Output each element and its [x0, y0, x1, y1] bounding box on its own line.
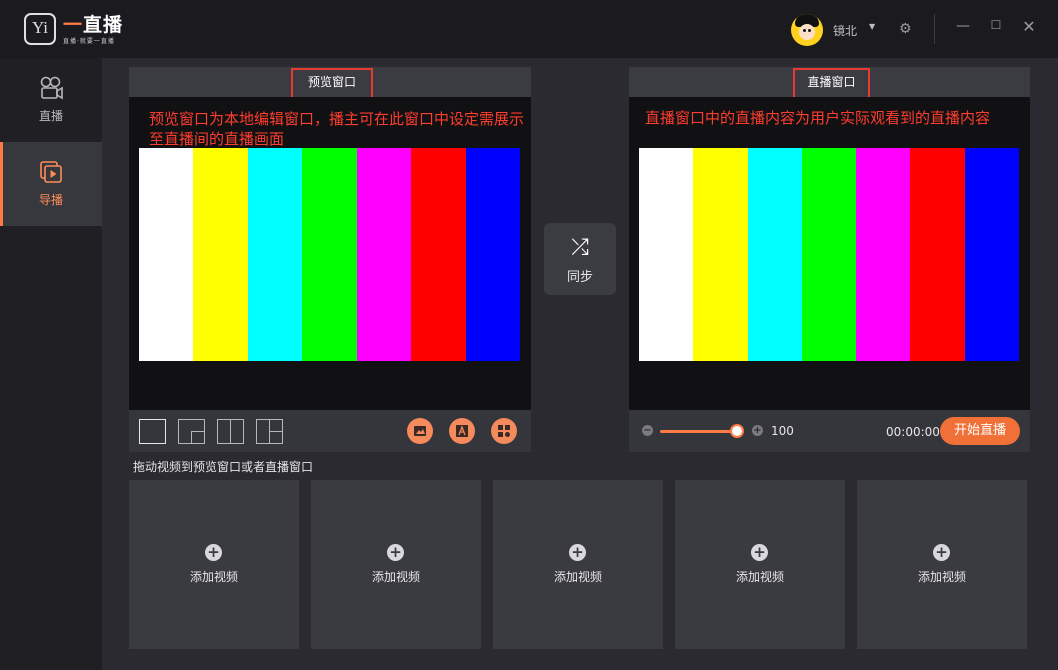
sync-button[interactable]: ⤮ 同步 [544, 223, 616, 295]
minimize-button[interactable]: — [955, 18, 971, 38]
color-bar [693, 148, 748, 361]
volume-value: 100 [771, 424, 794, 438]
gear-icon[interactable]: ⚙ [899, 21, 912, 37]
color-bar [411, 148, 466, 361]
color-bar [856, 148, 911, 361]
color-bar [801, 148, 857, 361]
live-color-bars [639, 148, 1019, 361]
add-video-label: 添加视频 [189, 570, 238, 584]
volume-decrease-icon[interactable]: − [642, 425, 653, 436]
app-logo-icon: Yi [24, 13, 56, 45]
add-video-label: 添加视频 [735, 570, 784, 584]
text-icon[interactable] [449, 418, 475, 444]
volume-slider[interactable] [660, 430, 740, 433]
close-button[interactable]: ✕ [1021, 17, 1037, 37]
color-bar [639, 148, 694, 361]
widget-icon[interactable] [491, 418, 517, 444]
image-icon[interactable] [407, 418, 433, 444]
live-panel-header: 直播窗口 [629, 67, 1030, 100]
color-bar [747, 148, 802, 361]
add-video-label: 添加视频 [371, 570, 420, 584]
sidebar-item-live[interactable]: 直播 [0, 58, 102, 142]
sidebar-item-label: 导播 [38, 193, 63, 207]
start-live-button[interactable]: 开始直播 [940, 417, 1020, 445]
volume-increase-icon[interactable]: + [752, 425, 763, 436]
play-icon [40, 161, 62, 183]
live-timer: 00:00:00 [886, 425, 940, 439]
sidebar-item-label: 直播 [38, 109, 63, 123]
volume-slider-handle[interactable] [730, 424, 744, 438]
app-name: 一直播 [63, 14, 124, 36]
color-bar [247, 148, 303, 361]
add-video-slot[interactable]: + 添加视频 [311, 480, 481, 649]
plus-icon: + [751, 544, 768, 561]
add-video-slot[interactable]: + 添加视频 [129, 480, 299, 649]
sidebar: 直播 导播 [0, 58, 102, 670]
layout-single-button[interactable] [139, 419, 166, 444]
color-bar [910, 148, 965, 361]
preview-toolbar [129, 410, 531, 452]
layout-three-button[interactable] [256, 419, 283, 444]
app-tagline: 直播·就要一直播 [63, 38, 115, 45]
add-video-label: 添加视频 [553, 570, 602, 584]
color-bar [356, 148, 412, 361]
color-bar [139, 148, 194, 361]
live-title: 直播窗口 [793, 68, 870, 100]
divider [934, 14, 935, 44]
preview-annotation: 预览窗口为本地编辑窗口，播主可在此窗口中设定需展示至直播间的直播画面 [149, 110, 525, 148]
color-bar [193, 148, 248, 361]
layout-pip-button[interactable] [178, 419, 205, 444]
preview-title: 预览窗口 [291, 68, 373, 100]
color-bar [465, 148, 520, 361]
add-video-slot[interactable]: + 添加视频 [857, 480, 1027, 649]
add-video-slot[interactable]: + 添加视频 [675, 480, 845, 649]
user-avatar[interactable] [791, 14, 823, 46]
camera-icon [40, 76, 63, 100]
preview-panel-header: 预览窗口 [129, 67, 531, 100]
plus-icon: + [205, 544, 222, 561]
maximize-button[interactable]: ☐ [988, 18, 1004, 38]
live-annotation: 直播窗口中的直播内容为用户实际观看到的直播内容 [645, 109, 991, 127]
plus-icon: + [933, 544, 950, 561]
sidebar-item-director[interactable]: 导播 [0, 142, 102, 226]
sync-label: 同步 [566, 270, 593, 285]
live-screen[interactable]: 直播窗口中的直播内容为用户实际观看到的直播内容 [629, 97, 1030, 410]
drag-hint: 拖动视频到预览窗口或者直播窗口 [133, 460, 314, 474]
caret-down-icon[interactable]: ▼ [869, 22, 875, 31]
color-bar [302, 148, 357, 361]
preview-screen[interactable]: 预览窗口为本地编辑窗口，播主可在此窗口中设定需展示至直播间的直播画面 [129, 97, 531, 410]
username[interactable]: 镜北 [833, 22, 857, 39]
plus-icon: + [387, 544, 404, 561]
active-indicator [0, 142, 3, 226]
preview-color-bars [139, 148, 520, 361]
add-video-label: 添加视频 [917, 570, 966, 584]
shuffle-icon: ⤮ [571, 235, 589, 260]
plus-icon: + [569, 544, 586, 561]
layout-split-button[interactable] [217, 419, 244, 444]
add-video-slot[interactable]: + 添加视频 [493, 480, 663, 649]
color-bar [964, 148, 1019, 361]
